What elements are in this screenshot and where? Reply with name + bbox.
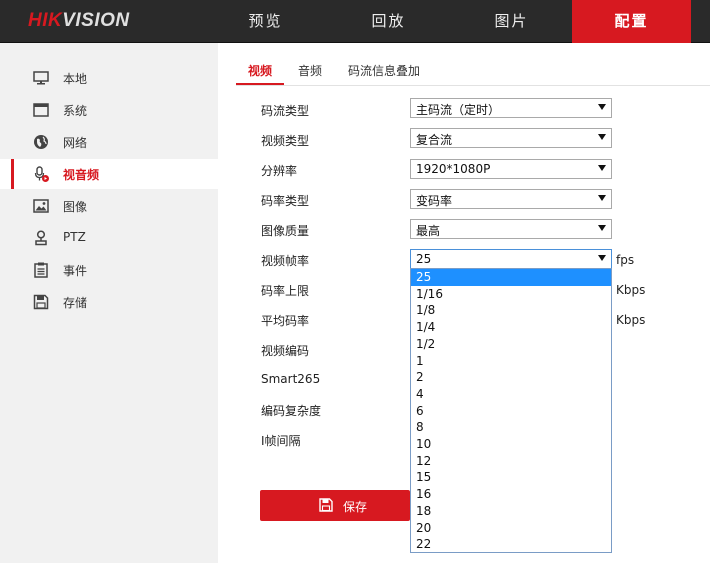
sidebar-item-label: 视音频 [63, 168, 100, 182]
hikvision-logo: HIKVISION [28, 10, 130, 32]
video-type-select[interactable]: 复合流 [410, 128, 612, 148]
nav-tab-preview[interactable]: 预览 [213, 0, 318, 43]
frame-rate-option[interactable]: 6 [411, 403, 611, 420]
save-button-label: 保存 [343, 500, 368, 514]
image-quality-value: 最高 [416, 224, 441, 238]
stream-type-value: 主码流（定时） [416, 103, 501, 117]
bitrate-type-label: 码率类型 [261, 194, 310, 208]
ptz-icon [35, 230, 47, 246]
frame-rate-option[interactable]: 2 [411, 369, 611, 386]
sidebar-item-image[interactable]: 图像 [0, 191, 218, 221]
image-quality-select[interactable]: 最高 [410, 219, 612, 239]
avg-bitrate-label: 平均码率 [261, 314, 310, 328]
frame-rate-option[interactable]: 1/8 [411, 302, 611, 319]
frame-rate-option[interactable]: 1/2 [411, 336, 611, 353]
dropdown-arrow-icon [598, 255, 606, 261]
subtab-stream-info-overlay[interactable]: 码流信息叠加 [348, 62, 420, 79]
floppy-icon [319, 498, 333, 512]
resolution-value: 1920*1080P [416, 162, 491, 176]
frame-rate-option[interactable]: 1 [411, 353, 611, 370]
frame-rate-dropdown-list: 25 1/16 1/8 1/4 1/2 1 2 4 6 8 10 12 15 16 18 20 22 [410, 268, 612, 553]
frame-rate-option[interactable]: 4 [411, 386, 611, 403]
encoding-complexity-label: 编码复杂度 [261, 404, 322, 418]
smart265-label: Smart265 [261, 372, 321, 386]
frame-rate-option[interactable]: 8 [411, 419, 611, 436]
sidebar-item-label: 存储 [63, 296, 88, 310]
sidebar-item-storage[interactable]: 存储 [0, 287, 218, 317]
sidebar-item-video-audio[interactable]: 视音频 [0, 159, 218, 189]
video-encoding-label: 视频编码 [261, 344, 310, 358]
stream-type-select[interactable]: 主码流（定时） [410, 98, 612, 118]
resolution-select[interactable]: 1920*1080P [410, 159, 612, 179]
sidebar-item-system[interactable]: 系统 [0, 95, 218, 125]
sidebar: 本地 系统 网络 视音频 图像 PTZ 事件 存储 [0, 43, 218, 563]
frame-rate-label: 视频帧率 [261, 254, 310, 268]
subtab-divider [236, 85, 710, 86]
dropdown-arrow-icon [598, 225, 606, 231]
subtab-video[interactable]: 视频 [248, 62, 272, 79]
nav-tab-configuration[interactable]: 配置 [572, 0, 691, 43]
sidebar-item-local[interactable]: 本地 [0, 63, 218, 93]
window-icon [33, 103, 49, 117]
sidebar-item-ptz[interactable]: PTZ [0, 223, 218, 253]
sidebar-item-network[interactable]: 网络 [0, 127, 218, 157]
bitrate-type-value: 变码率 [416, 194, 453, 208]
top-navigation-bar: HIKVISION 预览 回放 图片 配置 [0, 0, 710, 43]
max-bitrate-label: 码率上限 [261, 284, 310, 298]
logo-text: VISION [62, 10, 130, 31]
frame-rate-unit: fps [616, 253, 635, 267]
logo-text-red: HIK [28, 10, 63, 31]
resolution-label: 分辨率 [261, 164, 298, 178]
frame-rate-option[interactable]: 20 [411, 520, 611, 537]
frame-rate-option[interactable]: 15 [411, 469, 611, 486]
frame-rate-option[interactable]: 1/4 [411, 319, 611, 336]
dropdown-arrow-icon [598, 195, 606, 201]
save-button[interactable]: 保存 [260, 490, 410, 521]
frame-rate-option[interactable]: 10 [411, 436, 611, 453]
frame-rate-option[interactable]: 12 [411, 453, 611, 470]
bitrate-type-select[interactable]: 变码率 [410, 189, 612, 209]
sidebar-item-label: 系统 [63, 104, 88, 118]
frame-rate-value: 25 [416, 252, 432, 266]
monitor-icon [33, 71, 49, 85]
dropdown-arrow-icon [598, 134, 606, 140]
frame-rate-option[interactable]: 16 [411, 486, 611, 503]
sidebar-item-label: 本地 [63, 72, 88, 86]
frame-rate-option[interactable]: 18 [411, 503, 611, 520]
dropdown-arrow-icon [598, 165, 606, 171]
i-frame-interval-label: I帧间隔 [261, 434, 301, 448]
sidebar-item-label: 网络 [63, 136, 88, 150]
image-quality-label: 图像质量 [261, 224, 310, 238]
sidebar-item-label: 事件 [63, 264, 88, 278]
frame-rate-option[interactable]: 25 [411, 269, 611, 286]
subtab-audio[interactable]: 音频 [298, 62, 322, 79]
video-type-label: 视频类型 [261, 134, 310, 148]
globe-icon [34, 135, 48, 149]
sidebar-item-label: PTZ [63, 230, 86, 244]
mic-icon [34, 166, 49, 182]
image-icon [33, 199, 49, 213]
frame-rate-option[interactable]: 1/16 [411, 286, 611, 303]
frame-rate-option[interactable]: 22 [411, 536, 611, 553]
nav-tab-picture[interactable]: 图片 [459, 0, 564, 43]
sidebar-item-event[interactable]: 事件 [0, 255, 218, 285]
event-list-icon [34, 262, 48, 278]
active-subtab-underline [236, 83, 284, 85]
dropdown-arrow-icon [598, 104, 606, 110]
stream-type-label: 码流类型 [261, 104, 310, 118]
sidebar-item-label: 图像 [63, 200, 88, 214]
nav-tab-playback[interactable]: 回放 [336, 0, 441, 43]
video-type-value: 复合流 [416, 133, 453, 147]
frame-rate-select[interactable]: 25 [410, 249, 612, 269]
floppy-icon [33, 294, 49, 310]
avg-bitrate-unit: Kbps [616, 313, 646, 327]
max-bitrate-unit: Kbps [616, 283, 646, 297]
